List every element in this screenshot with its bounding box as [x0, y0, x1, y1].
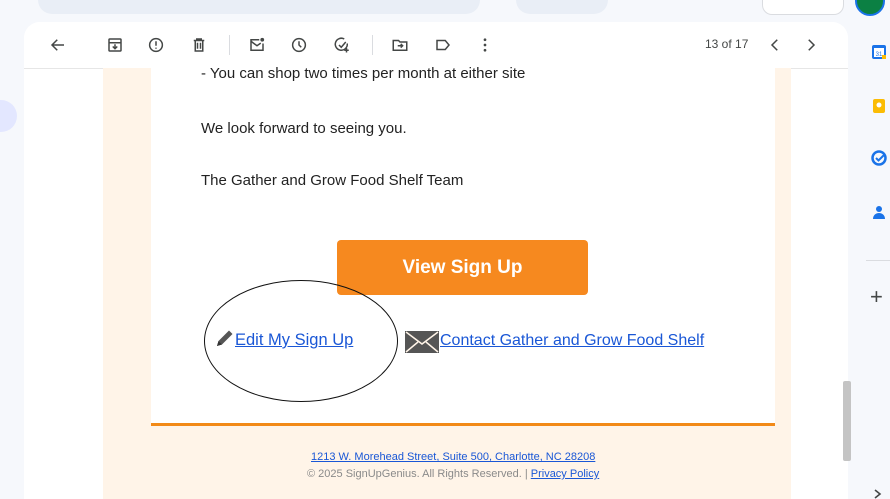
chevron-right-icon[interactable] — [800, 34, 822, 56]
calendar-icon[interactable]: 31 — [871, 44, 887, 60]
envelope-icon — [405, 331, 439, 353]
back-arrow-icon[interactable] — [47, 34, 69, 56]
keep-icon[interactable] — [871, 98, 887, 114]
add-addon-icon[interactable]: + — [870, 286, 883, 308]
pager-count: 13 of 17 — [705, 37, 749, 51]
top-pill[interactable] — [516, 0, 608, 14]
tasks-icon[interactable] — [871, 150, 887, 166]
privacy-policy-link[interactable]: Privacy Policy — [531, 468, 599, 480]
toolbar-divider — [372, 35, 373, 55]
view-sign-up-button[interactable]: View Sign Up — [337, 240, 588, 295]
report-spam-icon[interactable] — [145, 34, 167, 56]
mail-panel: 13 of 17 - You can shop two times per mo… — [24, 22, 848, 499]
contact-link[interactable]: Contact Gather and Grow Food Shelf — [440, 332, 704, 350]
annotation-circle — [204, 280, 398, 402]
footer-copyright-text: © 2025 SignUpGenius. All Rights Reserved… — [307, 468, 531, 480]
more-vert-icon[interactable] — [474, 34, 496, 56]
footer-address-link[interactable]: 1213 W. Morehead Street, Suite 500, Char… — [311, 451, 595, 463]
move-to-icon[interactable] — [389, 34, 411, 56]
contacts-icon[interactable] — [871, 204, 887, 220]
calendar-day: 31 — [876, 52, 883, 58]
chevron-left-icon[interactable] — [764, 34, 786, 56]
delete-icon[interactable] — [188, 34, 210, 56]
scrollbar[interactable] — [843, 381, 851, 461]
archive-icon[interactable] — [104, 34, 126, 56]
search-bar[interactable] — [38, 0, 480, 14]
toolbar-divider — [229, 35, 230, 55]
add-task-icon[interactable] — [331, 34, 353, 56]
email-line-team: The Gather and Grow Food Shelf Team — [201, 172, 464, 189]
side-panel-divider — [866, 260, 890, 261]
email-line-forward: We look forward to seeing you. — [201, 120, 407, 137]
chevron-right-icon[interactable] — [872, 488, 884, 499]
snooze-icon[interactable] — [288, 34, 310, 56]
footer-copyright: © 2025 SignUpGenius. All Rights Reserved… — [307, 468, 599, 480]
message-toolbar: 13 of 17 — [24, 22, 848, 69]
avatar[interactable] — [855, 0, 885, 16]
top-account-box[interactable] — [762, 0, 844, 15]
left-nav-indicator — [0, 100, 17, 132]
email-divider — [151, 423, 775, 426]
email-line-shop: - You can shop two times per month at ei… — [201, 65, 526, 82]
mark-unread-icon[interactable] — [246, 34, 268, 56]
label-icon[interactable] — [432, 34, 454, 56]
